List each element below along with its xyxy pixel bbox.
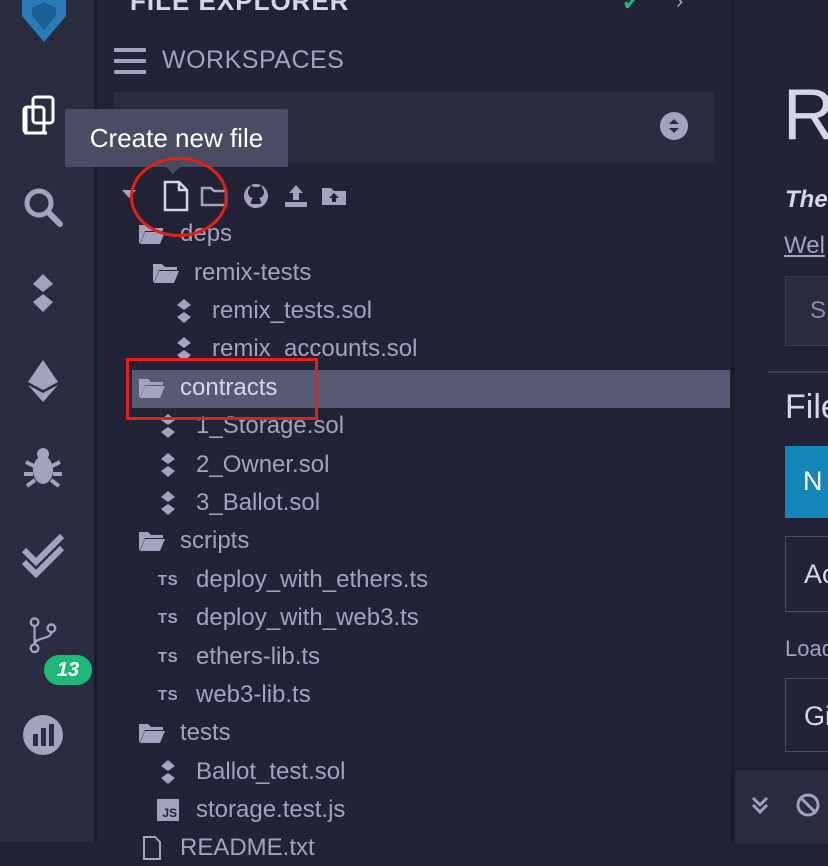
- folder-item[interactable]: tests: [138, 715, 231, 751]
- file-item[interactable]: Ballot_test.sol: [154, 754, 345, 790]
- tree-item-label: README.txt: [180, 834, 315, 861]
- file-item[interactable]: TS deploy_with_web3.ts: [154, 600, 419, 636]
- typescript-file-icon: TS: [157, 609, 179, 627]
- tree-item-label: deploy_with_web3.ts: [196, 604, 419, 631]
- check-icon: ✔: [622, 0, 641, 15]
- file-item[interactable]: README.txt: [138, 830, 315, 866]
- solidity-file-icon: [154, 451, 182, 479]
- panel-chevron-icon[interactable]: ›: [676, 0, 683, 14]
- test-check-icon[interactable]: [20, 532, 66, 578]
- annotation-rectangle: [126, 358, 318, 420]
- tree-item-label: web3-lib.ts: [196, 681, 311, 708]
- tree-item-label: ethers-lib.ts: [196, 643, 321, 670]
- new-file-button[interactable]: N: [785, 446, 828, 518]
- home-search-input[interactable]: S: [785, 276, 828, 346]
- deploy-run-icon[interactable]: [20, 358, 66, 404]
- remix-logo-icon[interactable]: [14, 0, 74, 48]
- folder-icon: [138, 527, 166, 555]
- file-item[interactable]: remix_tests.sol: [170, 293, 372, 329]
- file-item[interactable]: 2_Owner.sol: [154, 447, 329, 483]
- workspaces-menu-icon[interactable]: [114, 48, 146, 74]
- file-explorer-icon[interactable]: [20, 94, 66, 140]
- file-item[interactable]: 3_Ballot.sol: [154, 485, 320, 521]
- typescript-file-icon: TS: [157, 686, 179, 704]
- tree-item-label: tests: [180, 719, 231, 746]
- files-heading: File: [785, 388, 828, 426]
- folder-item[interactable]: scripts: [138, 523, 249, 559]
- javascript-file-icon: JS: [154, 796, 182, 824]
- gist-button[interactable]: Gi: [785, 678, 828, 752]
- home-divider: [768, 371, 828, 373]
- typescript-file-icon: TS: [157, 571, 179, 589]
- solidity-file-icon: [154, 758, 182, 786]
- tree-item-label: Ballot_test.sol: [196, 758, 346, 785]
- new-file-button-label: N: [803, 466, 823, 496]
- file-item[interactable]: JS storage.test.js: [154, 792, 345, 828]
- github-icon[interactable]: [242, 182, 270, 210]
- file-item[interactable]: TS deploy_with_ethers.ts: [154, 562, 428, 598]
- select-arrows-icon: [660, 112, 688, 140]
- git-changes-badge: 13: [44, 655, 92, 685]
- file-item[interactable]: TS web3-lib.ts: [154, 677, 311, 713]
- solidity-compiler-icon[interactable]: [20, 270, 66, 316]
- home-heading: R: [783, 75, 828, 155]
- home-search-placeholder: S: [810, 297, 827, 324]
- solidity-file-icon: [154, 489, 182, 517]
- clear-console-icon[interactable]: [795, 792, 821, 818]
- tree-item-label: remix_tests.sol: [212, 297, 373, 324]
- add-button-label: Ac: [804, 559, 828, 589]
- folder-icon: [138, 719, 166, 747]
- analytics-icon[interactable]: [20, 712, 66, 758]
- debugger-icon[interactable]: [20, 444, 66, 490]
- terminal-bar: [735, 768, 828, 844]
- upload-folder-icon[interactable]: [320, 182, 348, 210]
- file-item[interactable]: TS ethers-lib.ts: [154, 639, 320, 675]
- gist-button-label: Gi: [804, 701, 828, 731]
- solidity-file-icon: [170, 297, 198, 325]
- tree-item-label: 3_Ballot.sol: [196, 489, 321, 516]
- workspaces-title: WORKSPACES: [162, 46, 345, 74]
- upload-icon[interactable]: [282, 182, 310, 210]
- tree-item-label: scripts: [180, 527, 250, 554]
- home-tagline: The: [785, 186, 828, 213]
- text-file-icon: [138, 834, 166, 862]
- folder-icon: [152, 259, 180, 287]
- tree-item-label: storage.test.js: [196, 796, 346, 823]
- add-button[interactable]: Ac: [785, 536, 828, 612]
- load-label: Load: [785, 636, 828, 661]
- tree-item-label: deploy_with_ethers.ts: [196, 566, 429, 593]
- double-chevron-down-icon[interactable]: [747, 792, 773, 818]
- search-icon[interactable]: [20, 184, 66, 230]
- panel-title: FILE EXPLORER: [130, 0, 350, 16]
- tree-item-label: remix-tests: [194, 259, 312, 286]
- tree-item-label: 2_Owner.sol: [196, 451, 330, 478]
- welcome-link[interactable]: Wel: [784, 232, 825, 260]
- annotation-circle: [130, 157, 228, 237]
- folder-item[interactable]: remix-tests: [152, 255, 311, 291]
- typescript-file-icon: TS: [157, 648, 179, 666]
